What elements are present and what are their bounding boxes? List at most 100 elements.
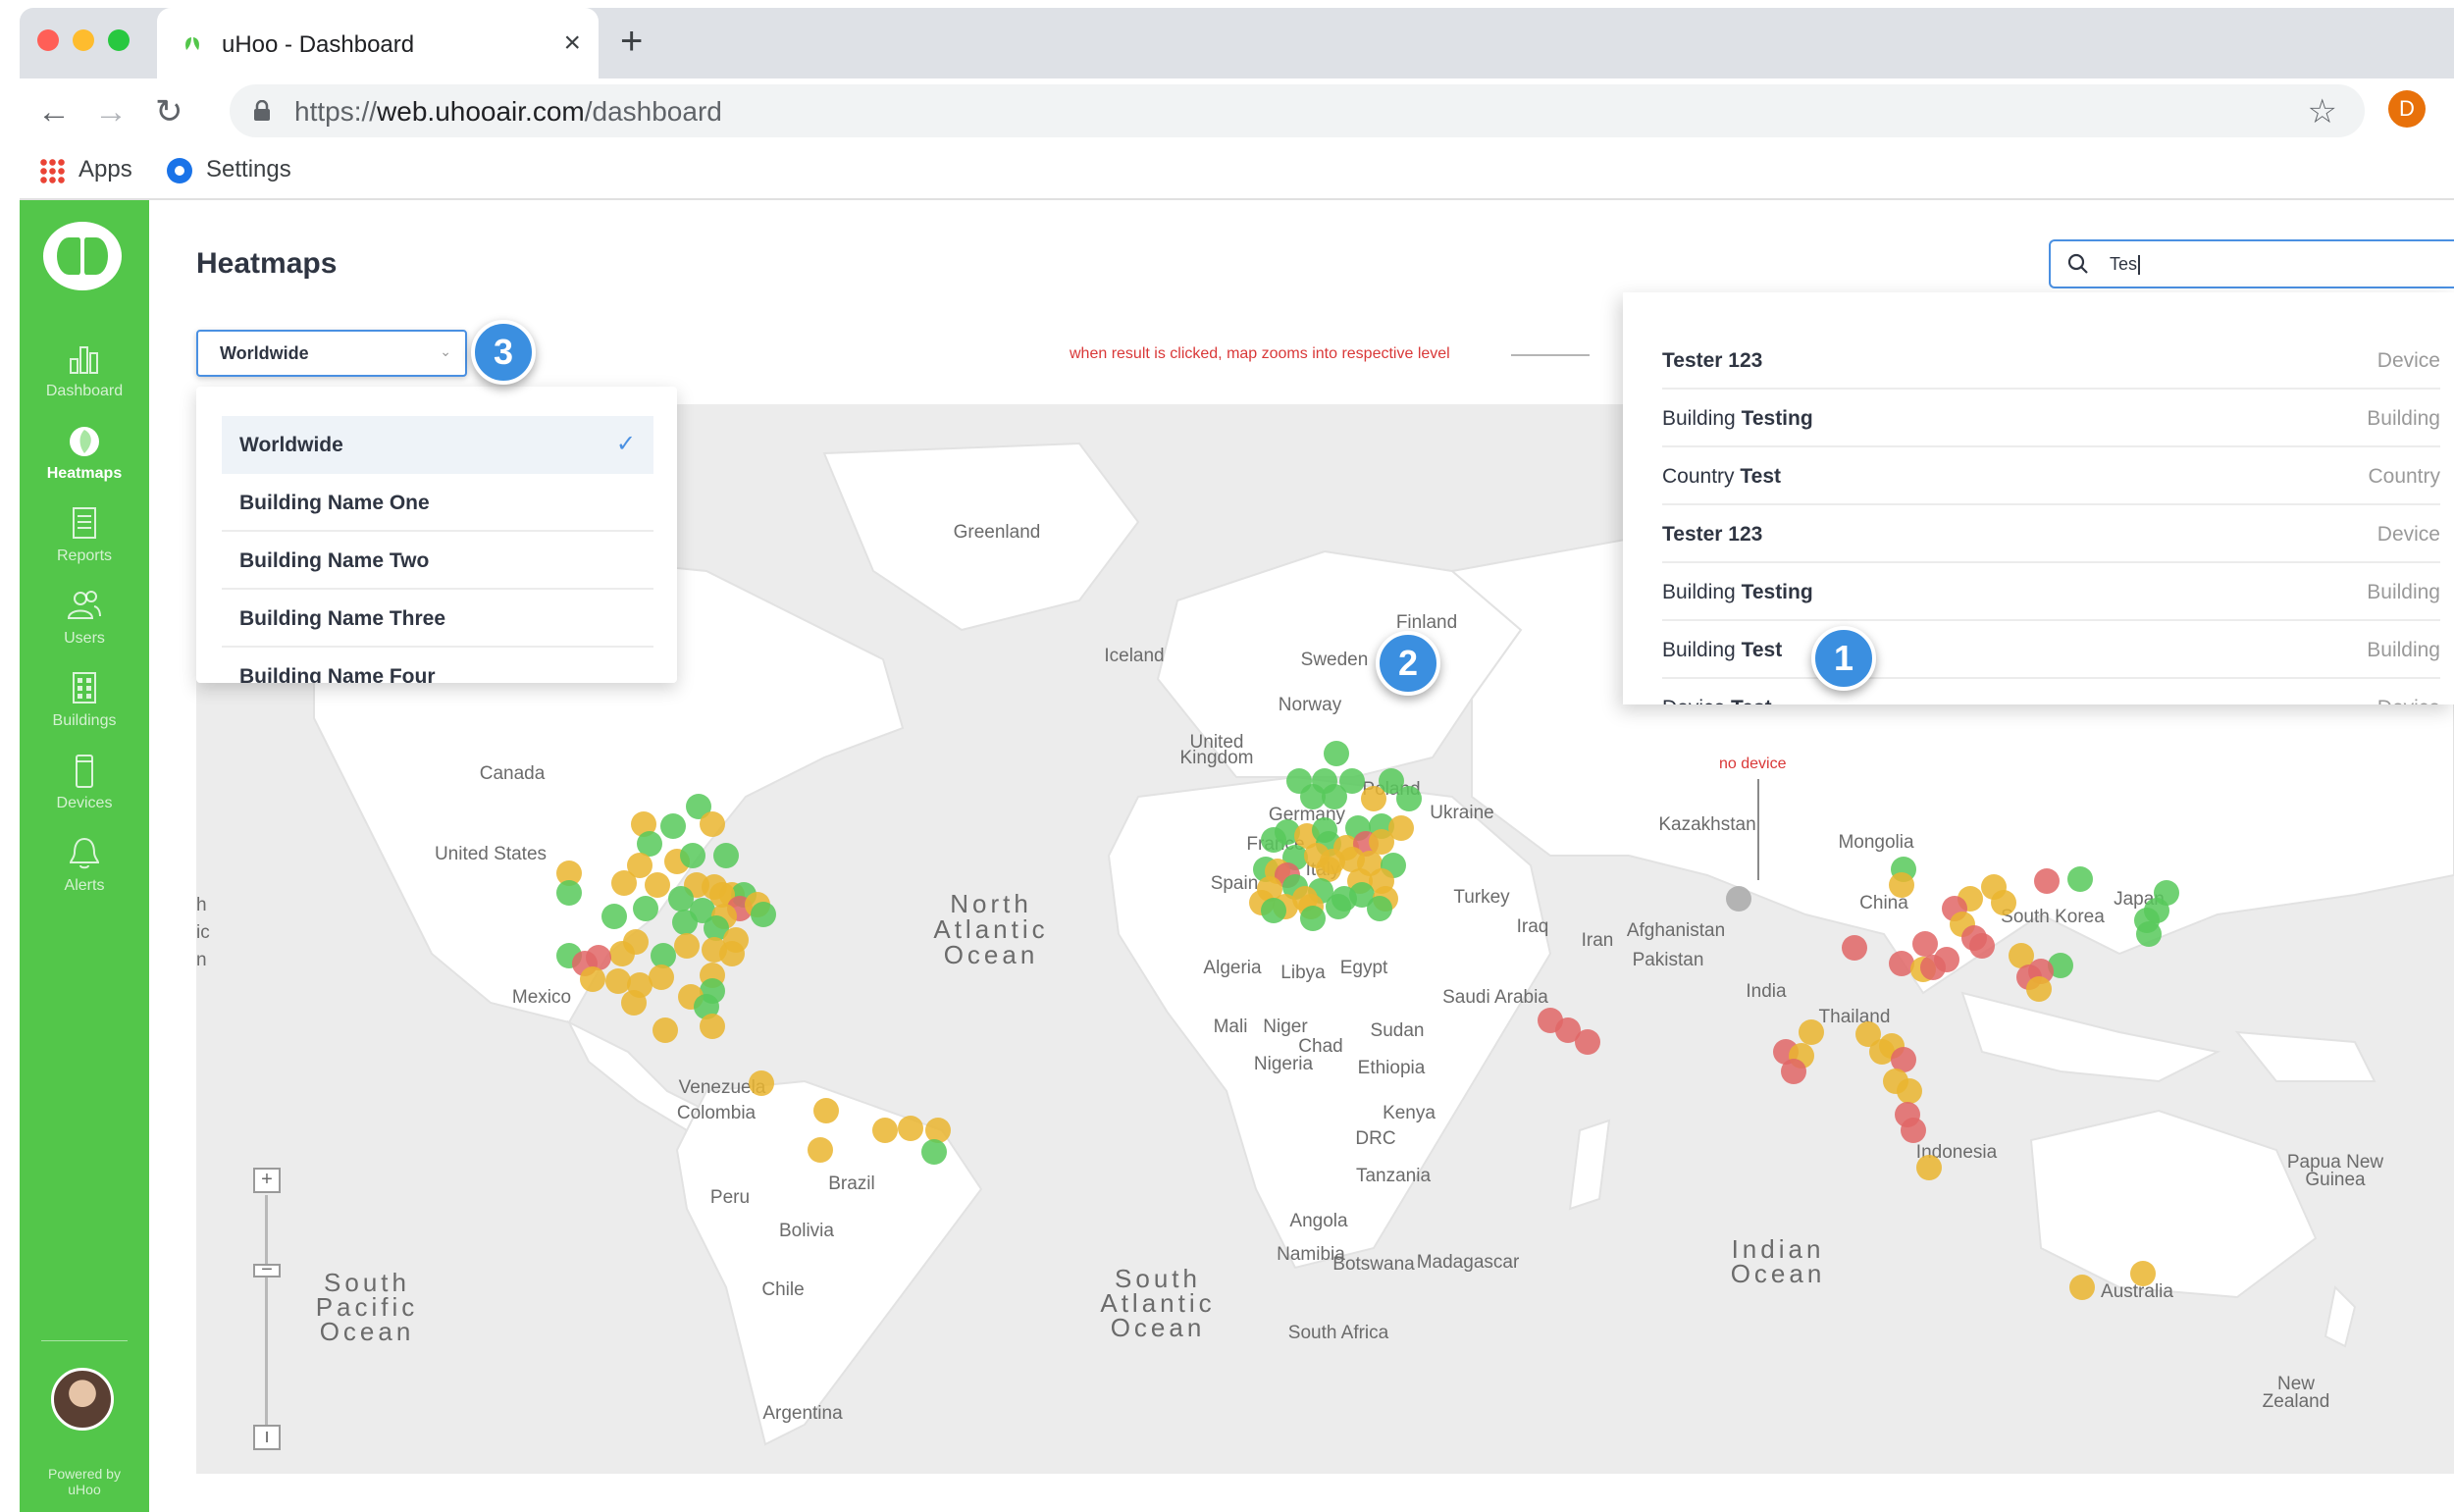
device-marker[interactable] — [645, 872, 670, 898]
device-marker[interactable] — [601, 904, 627, 929]
device-marker[interactable] — [1912, 931, 1938, 957]
device-marker[interactable] — [2069, 1275, 2095, 1300]
search-result-item[interactable]: Building Test Building — [1662, 621, 2440, 679]
dropdown-option-worldwide[interactable]: Worldwide ✓ — [222, 416, 653, 474]
device-marker[interactable] — [680, 843, 705, 868]
device-marker[interactable] — [605, 968, 631, 994]
device-marker[interactable] — [1897, 1078, 1922, 1104]
close-window-button[interactable] — [37, 29, 59, 51]
tab-close-icon[interactable]: × — [563, 26, 581, 61]
sidebar-item-reports[interactable]: Reports — [20, 504, 149, 583]
search-input[interactable]: Tes — [2049, 239, 2454, 288]
search-result-item[interactable]: Building Testing Building — [1662, 390, 2440, 447]
device-marker[interactable] — [1261, 898, 1286, 923]
device-marker[interactable] — [1781, 1059, 1806, 1084]
device-marker[interactable] — [556, 880, 582, 906]
bookmark-star-icon[interactable]: ☆ — [2308, 92, 2337, 131]
sidebar-item-users[interactable]: Users — [20, 587, 149, 665]
device-marker[interactable] — [1916, 1155, 1942, 1180]
region-select[interactable]: Worldwide ⌄ — [196, 330, 467, 377]
address-bar[interactable]: https://web.uhooair.com/dashboard ☆ — [230, 84, 2365, 137]
device-marker[interactable] — [609, 941, 635, 966]
device-marker[interactable] — [653, 1017, 678, 1043]
sidebar-item-devices[interactable]: Devices — [20, 752, 149, 830]
device-marker[interactable] — [2034, 868, 2060, 894]
device-marker[interactable] — [719, 941, 745, 966]
bookmark-apps[interactable]: Apps — [39, 155, 132, 184]
device-marker[interactable] — [1901, 1118, 1926, 1143]
device-marker[interactable] — [672, 910, 698, 935]
device-marker[interactable] — [1969, 933, 1995, 959]
device-marker[interactable] — [700, 811, 725, 837]
device-marker[interactable] — [713, 843, 739, 868]
device-marker[interactable] — [1369, 829, 1394, 855]
device-marker[interactable] — [1322, 784, 1347, 809]
device-marker[interactable] — [2130, 1261, 2156, 1286]
device-marker[interactable] — [921, 1139, 947, 1165]
device-marker[interactable] — [808, 1137, 833, 1163]
device-marker[interactable] — [898, 1116, 923, 1141]
device-marker[interactable] — [651, 943, 676, 968]
sidebar-item-buildings[interactable]: Buildings — [20, 669, 149, 748]
device-marker[interactable] — [1367, 896, 1392, 921]
device-marker[interactable] — [1889, 872, 1914, 898]
device-marker[interactable] — [660, 813, 686, 839]
device-marker[interactable] — [649, 965, 674, 990]
zoom-in-button[interactable]: + — [253, 1168, 281, 1193]
search-result-item[interactable]: Country Test Country — [1662, 447, 2440, 505]
device-marker[interactable] — [1396, 786, 1422, 811]
search-result-item[interactable]: Tester 123 Device — [1662, 332, 2440, 390]
sidebar-item-heatmaps[interactable]: Heatmaps — [20, 422, 149, 500]
device-marker[interactable] — [1575, 1029, 1600, 1055]
device-marker[interactable] — [668, 886, 694, 912]
device-marker[interactable] — [872, 1118, 898, 1143]
reload-icon[interactable]: ↻ — [155, 92, 183, 131]
device-marker[interactable] — [1799, 1019, 1824, 1045]
user-avatar[interactable] — [51, 1368, 114, 1431]
device-marker[interactable] — [813, 1098, 839, 1123]
device-marker[interactable] — [2026, 976, 2052, 1002]
device-marker[interactable] — [1889, 951, 1914, 976]
device-marker[interactable] — [1300, 906, 1326, 931]
device-marker[interactable] — [1326, 894, 1351, 919]
device-marker[interactable] — [749, 1070, 774, 1096]
device-marker[interactable] — [751, 902, 776, 927]
zoom-out-button[interactable]: ı — [253, 1425, 281, 1450]
device-marker[interactable] — [925, 1118, 951, 1143]
search-result-item[interactable]: Tester 123 Device — [1662, 505, 2440, 563]
device-marker[interactable] — [611, 870, 637, 896]
device-marker[interactable] — [621, 990, 647, 1016]
dropdown-option-building-one[interactable]: Building Name One — [222, 474, 653, 532]
device-marker[interactable] — [1726, 886, 1751, 912]
minimize-window-button[interactable] — [73, 29, 94, 51]
zoom-slider-handle[interactable]: − — [253, 1260, 281, 1279]
back-arrow-icon[interactable]: ← — [37, 92, 71, 131]
maximize-window-button[interactable] — [108, 29, 130, 51]
sidebar-item-dashboard[interactable]: Dashboard — [20, 339, 149, 418]
device-marker[interactable] — [633, 896, 658, 921]
device-marker[interactable] — [1361, 786, 1386, 811]
device-marker[interactable] — [1261, 827, 1286, 853]
device-marker[interactable] — [1991, 890, 2016, 915]
uhoo-logo[interactable] — [43, 222, 122, 290]
zoom-slider-track[interactable] — [265, 1195, 268, 1427]
device-marker[interactable] — [2136, 921, 2162, 947]
forward-arrow-icon[interactable]: → — [94, 92, 128, 131]
search-result-item[interactable]: Building Testing Building — [1662, 563, 2440, 621]
sidebar-item-alerts[interactable]: Alerts — [20, 834, 149, 912]
bookmark-settings[interactable]: Settings — [167, 155, 291, 184]
device-marker[interactable] — [1842, 935, 1867, 961]
device-marker[interactable] — [1934, 947, 1959, 972]
dropdown-option-building-two[interactable]: Building Name Two — [222, 532, 653, 590]
search-result-item[interactable]: Device Test Device — [1662, 679, 2440, 704]
dropdown-option-building-three[interactable]: Building Name Three — [222, 590, 653, 648]
device-marker[interactable] — [2067, 866, 2093, 892]
device-marker[interactable] — [580, 966, 605, 992]
browser-tab[interactable]: uHoo - Dashboard × — [157, 8, 599, 78]
device-marker[interactable] — [700, 1014, 725, 1039]
device-marker[interactable] — [674, 933, 700, 959]
dropdown-option-building-four[interactable]: Building Name Four — [222, 648, 653, 683]
plus-icon[interactable]: + — [620, 22, 643, 61]
profile-avatar[interactable]: D — [2388, 90, 2426, 128]
device-marker[interactable] — [1324, 741, 1349, 766]
